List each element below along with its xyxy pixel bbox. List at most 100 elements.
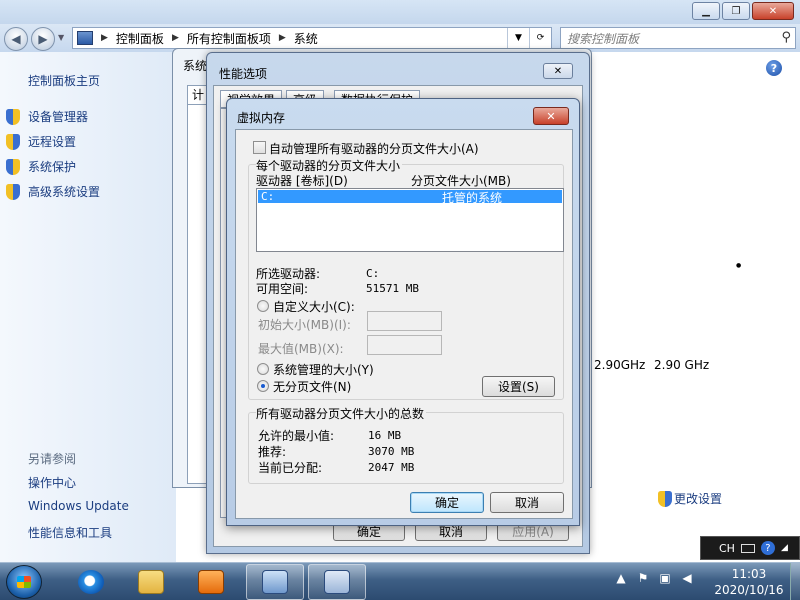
system-managed-radio[interactable] [257,363,269,375]
address-dropdown-icon[interactable]: ▼ [507,28,529,48]
taskbar-internet-explorer[interactable] [62,564,120,600]
system-tray: ▲ ⚑ ▣ ◀ [614,570,694,586]
search-icon[interactable]: ⚲ [781,30,791,45]
cancel-button[interactable]: 取消 [490,492,564,513]
sidebar-item-system-protection[interactable]: 系统保护 [6,158,76,175]
taskbar-explorer[interactable] [122,564,180,600]
chevron-right-icon[interactable]: ▶ [101,33,108,43]
selected-drive-value: C: [366,267,380,280]
change-settings-link[interactable]: 更改设置 [658,490,722,507]
breadcrumb-system[interactable]: 系统 [294,30,318,47]
forward-button[interactable]: ▶ [31,27,55,51]
language-bar[interactable]: CH ? ◢ [700,536,800,560]
clock[interactable]: 11:03 2020/10/16 [706,566,792,598]
breadcrumb-all-items[interactable]: 所有控制面板项 [187,30,271,47]
system-managed-label[interactable]: 系统管理的大小(Y) [273,361,374,378]
auto-manage-checkbox[interactable] [253,141,266,154]
media-player-icon [198,570,224,594]
clock-date: 2020/10/16 [714,583,784,597]
window-controls: ▁ ❐ ✕ [692,2,794,20]
shield-icon [6,108,20,125]
list-item[interactable]: C: 托管的系统 [258,190,562,205]
logo-trademark-dot: ● [736,262,742,269]
chevron-right-icon[interactable]: ▶ [172,33,179,43]
total-group-title: 所有驱动器分页文件大小的总数 [256,405,427,422]
control-panel-icon [77,31,93,45]
custom-size-radio[interactable] [257,300,269,312]
breadcrumb-control-panel[interactable]: 控制面板 [116,30,164,47]
restore-icon[interactable]: ◢ [781,543,788,553]
change-settings-label: 更改设置 [674,492,723,506]
sidebar-item-remote-settings[interactable]: 远程设置 [6,133,76,150]
sidebar-item-label: 远程设置 [28,135,77,149]
drive-list[interactable]: C: 托管的系统 [256,188,564,252]
max-size-input[interactable] [367,335,442,355]
folder-icon [138,570,164,594]
shield-icon [6,158,20,175]
language-code[interactable]: CH [719,542,735,555]
chevron-right-icon[interactable]: ▶ [279,33,286,43]
search-input[interactable]: 搜索控制面板 ⚲ [560,27,796,49]
custom-size-label[interactable]: 自定义大小(C): [273,298,355,315]
keyboard-icon[interactable] [740,543,755,553]
set-button[interactable]: 设置(S) [482,376,555,397]
allocated-value: 2047 MB [368,461,415,474]
sidebar: 控制面板主页 设备管理器 远程设置 系统保护 高级系统设置 另请参阅 操作中心 … [0,52,176,562]
start-button[interactable] [6,565,42,599]
help-icon[interactable]: ? [766,60,782,76]
taskbar-control-panel[interactable] [246,564,304,600]
see-also-action-center[interactable]: 操作中心 [28,474,76,491]
sidebar-home-link[interactable]: 控制面板主页 [28,72,100,89]
performance-options-title: 性能选项 [219,67,268,81]
auto-manage-label[interactable]: 自动管理所有驱动器的分页文件大小(A) [269,140,479,157]
see-also-heading: 另请参阅 [28,452,77,466]
sidebar-item-device-manager[interactable]: 设备管理器 [6,108,88,125]
shield-icon [658,490,672,507]
show-hidden-icons[interactable]: ▲ [614,570,628,586]
control-panel-icon [262,570,288,594]
no-paging-radio[interactable] [257,380,269,392]
network-icon[interactable]: ▣ [658,570,672,586]
back-button[interactable]: ◀ [4,27,28,51]
no-paging-label[interactable]: 无分页文件(N) [273,378,351,395]
cpu-frequency-actual: 2.90 GHz [654,358,710,372]
control-panel-titlebar: ▁ ❐ ✕ [0,0,800,26]
volume-icon[interactable]: ◀ [680,570,694,586]
drive-paging-size: 托管的系统 [442,191,503,205]
sidebar-item-label: 设备管理器 [28,110,89,124]
sidebar-item-advanced-settings[interactable]: 高级系统设置 [6,183,100,200]
initial-size-label: 初始大小(MB)(I): [258,318,351,332]
column-drive: 驱动器 [卷标](D) [256,174,348,188]
free-space-label: 可用空间: [256,282,309,296]
column-paging-size: 分页文件大小(MB) [411,174,511,188]
see-also-windows-update[interactable]: Windows Update [28,499,129,513]
address-bar[interactable]: ▶ 控制面板 ▶ 所有控制面板项 ▶ 系统 ▼ ⟳ [72,27,552,49]
minimize-button[interactable]: ▁ [692,2,720,20]
internet-explorer-icon [78,570,104,594]
clock-time: 11:03 [731,567,767,581]
close-button[interactable]: ✕ [752,2,794,20]
help-icon[interactable]: ? [760,541,775,555]
close-icon[interactable]: ✕ [533,107,569,125]
sidebar-item-label: 系统保护 [28,160,77,174]
allocated-label: 当前已分配: [258,461,323,475]
ok-button[interactable]: 确定 [410,492,484,513]
recent-pages-dropdown[interactable]: ▼ [58,33,64,42]
taskbar-system-properties[interactable] [308,564,366,600]
see-also-performance-tools[interactable]: 性能信息和工具 [28,524,112,541]
initial-size-input[interactable] [367,311,442,331]
taskbar-media-player[interactable] [182,564,240,600]
sidebar-item-label: 高级系统设置 [28,185,101,199]
show-desktop-button[interactable] [790,563,800,600]
maximize-button[interactable]: ❐ [722,2,750,20]
search-placeholder: 搜索控制面板 [567,31,640,46]
shield-icon [6,183,20,200]
min-allowed-value: 16 MB [368,429,402,442]
recommended-value: 3070 MB [368,445,415,458]
action-center-flag-icon[interactable]: ⚑ [636,570,650,586]
refresh-icon[interactable]: ⟳ [529,28,551,48]
shield-icon [6,133,20,150]
recommended-label: 推荐: [258,445,287,459]
max-size-label: 最大值(MB)(X): [258,342,344,356]
close-icon[interactable]: ✕ [543,63,573,79]
